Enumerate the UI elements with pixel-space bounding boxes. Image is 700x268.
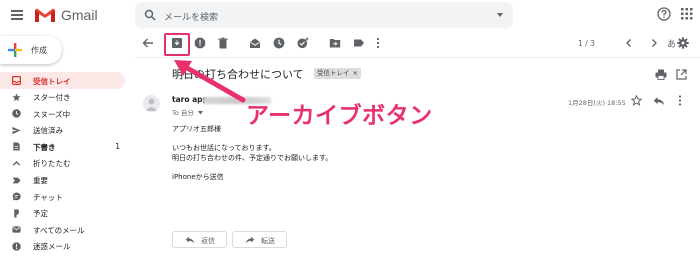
send-icon xyxy=(12,126,21,134)
drafts-count: 1 xyxy=(115,141,120,151)
sidebar-item-sent[interactable]: 送信済み xyxy=(0,122,125,139)
archive-button-annotation: アーカイブボタン xyxy=(246,103,433,129)
sidebar-item-starred[interactable]: スター付き xyxy=(0,89,125,106)
compose-plus-icon xyxy=(8,43,22,57)
calendar-icon xyxy=(14,209,19,218)
mark-unread-button[interactable] xyxy=(248,37,262,51)
details-caret-icon xyxy=(198,111,203,115)
mark-unread-icon xyxy=(250,38,260,48)
email-date: 1月28日(火) 18:55 xyxy=(568,99,626,107)
settings-button[interactable] xyxy=(676,37,690,51)
star-icon xyxy=(12,93,21,101)
more-vert-icon[interactable] xyxy=(678,95,682,106)
clock-icon xyxy=(12,109,21,118)
add-task-icon xyxy=(297,37,309,49)
apps-grid-icon[interactable] xyxy=(681,8,693,20)
label-chip-text: 受信トレイ xyxy=(317,69,350,77)
recipient-text: To 自分 xyxy=(172,109,194,117)
annotation-arrow xyxy=(174,60,246,103)
chevron-up-icon xyxy=(12,160,21,166)
body-line: いつもお世話になっております。 xyxy=(172,144,276,152)
help-icon[interactable] xyxy=(657,7,671,21)
sidebar-item-label: 送信済み xyxy=(33,126,63,136)
spam-icon xyxy=(12,242,21,251)
body-line: iPhoneから送信 xyxy=(172,173,224,181)
compose-button[interactable]: 作成 xyxy=(0,36,62,64)
forward-button[interactable]: 転送 xyxy=(232,231,287,248)
all-mail-icon xyxy=(12,226,21,233)
gmail-m-icon xyxy=(35,8,55,22)
newer-button[interactable] xyxy=(622,37,636,51)
reply-arrow-icon xyxy=(185,236,195,244)
add-to-tasks-button[interactable] xyxy=(296,37,310,51)
gmail-logo-text: Gmail xyxy=(61,7,98,23)
chevron-left-icon xyxy=(626,39,631,47)
move-to-folder-icon xyxy=(329,39,341,48)
more-actions-button[interactable] xyxy=(371,37,385,51)
sidebar-nav: 受信トレイ スター付き スヌーズ中 送信済み 下書き 1 折りたたむ 重要 チャ… xyxy=(0,72,125,255)
sidebar-item-label: 折りたたむ xyxy=(33,159,71,169)
sidebar-item-drafts[interactable]: 下書き 1 xyxy=(0,138,125,155)
compose-label: 作成 xyxy=(31,46,47,55)
reply-button-label: 返信 xyxy=(201,236,215,245)
sidebar-item-scheduled[interactable]: 予定 xyxy=(0,205,125,222)
sidebar-item-label: すべてのメール xyxy=(33,225,85,235)
open-new-window-icon[interactable] xyxy=(676,69,687,80)
input-language-label: あ xyxy=(667,40,677,50)
labels-button[interactable] xyxy=(352,37,366,51)
sidebar-item-label: 下書き xyxy=(33,142,56,152)
chat-icon xyxy=(12,192,21,201)
sidebar-item-label: スター付き xyxy=(33,93,71,103)
main-menu-icon[interactable] xyxy=(8,6,26,24)
sidebar-item-label: 迷惑メール xyxy=(33,242,71,252)
more-vert-icon xyxy=(376,37,380,49)
sidebar-item-label: チャット xyxy=(33,192,63,202)
label-icon xyxy=(354,39,364,47)
important-icon xyxy=(12,177,21,183)
search-bar[interactable]: メールを検索 xyxy=(135,2,513,28)
sidebar-item-spam[interactable]: 迷惑メール xyxy=(0,238,125,255)
top-bar: Gmail メールを検索 xyxy=(0,0,700,30)
sidebar-item-chat[interactable]: チャット xyxy=(0,188,125,205)
sidebar-item-label: 予定 xyxy=(33,209,48,219)
star-outline-icon[interactable] xyxy=(631,95,642,106)
snooze-clock-icon xyxy=(273,37,285,49)
snooze-button[interactable] xyxy=(272,37,286,51)
gmail-logo[interactable]: Gmail xyxy=(34,6,98,24)
inbox-icon xyxy=(12,76,21,85)
draft-icon xyxy=(13,142,20,151)
reply-icon[interactable] xyxy=(653,96,665,106)
recipient-line[interactable]: To 自分 xyxy=(172,107,203,117)
sidebar-item-label: 重要 xyxy=(33,176,48,186)
body-line: アプリオ五郎様 xyxy=(172,125,221,133)
reply-button[interactable]: 返信 xyxy=(172,231,227,248)
sidebar-item-label: 受信トレイ xyxy=(33,76,71,86)
body-line: 明日の打ち合わせの件、予定通りでお願いします。 xyxy=(172,154,333,162)
sidebar-item-inbox[interactable]: 受信トレイ xyxy=(0,72,125,89)
pagination-text: 1 / 3 xyxy=(578,39,595,48)
sidebar-item-collapse[interactable]: 折りたたむ xyxy=(0,155,125,172)
forward-arrow-icon xyxy=(245,236,255,244)
search-placeholder: メールを検索 xyxy=(164,13,219,23)
print-icon[interactable] xyxy=(655,69,667,80)
gear-icon xyxy=(677,37,689,49)
search-options-caret-icon[interactable] xyxy=(497,13,503,17)
search-icon[interactable] xyxy=(144,9,156,21)
move-to-button[interactable] xyxy=(328,37,342,51)
forward-button-label: 転送 xyxy=(261,236,275,245)
sidebar-item-snoozed[interactable]: スヌーズ中 xyxy=(0,105,125,122)
sidebar-item-all-mail[interactable]: すべてのメール xyxy=(0,221,125,238)
inbox-label-chip: 受信トレイ × xyxy=(314,68,361,79)
remove-label-icon[interactable]: × xyxy=(353,68,358,79)
input-tools-button[interactable]: あ xyxy=(645,37,684,51)
sidebar-item-important[interactable]: 重要 xyxy=(0,172,125,189)
sidebar-item-label: スヌーズ中 xyxy=(33,109,71,119)
